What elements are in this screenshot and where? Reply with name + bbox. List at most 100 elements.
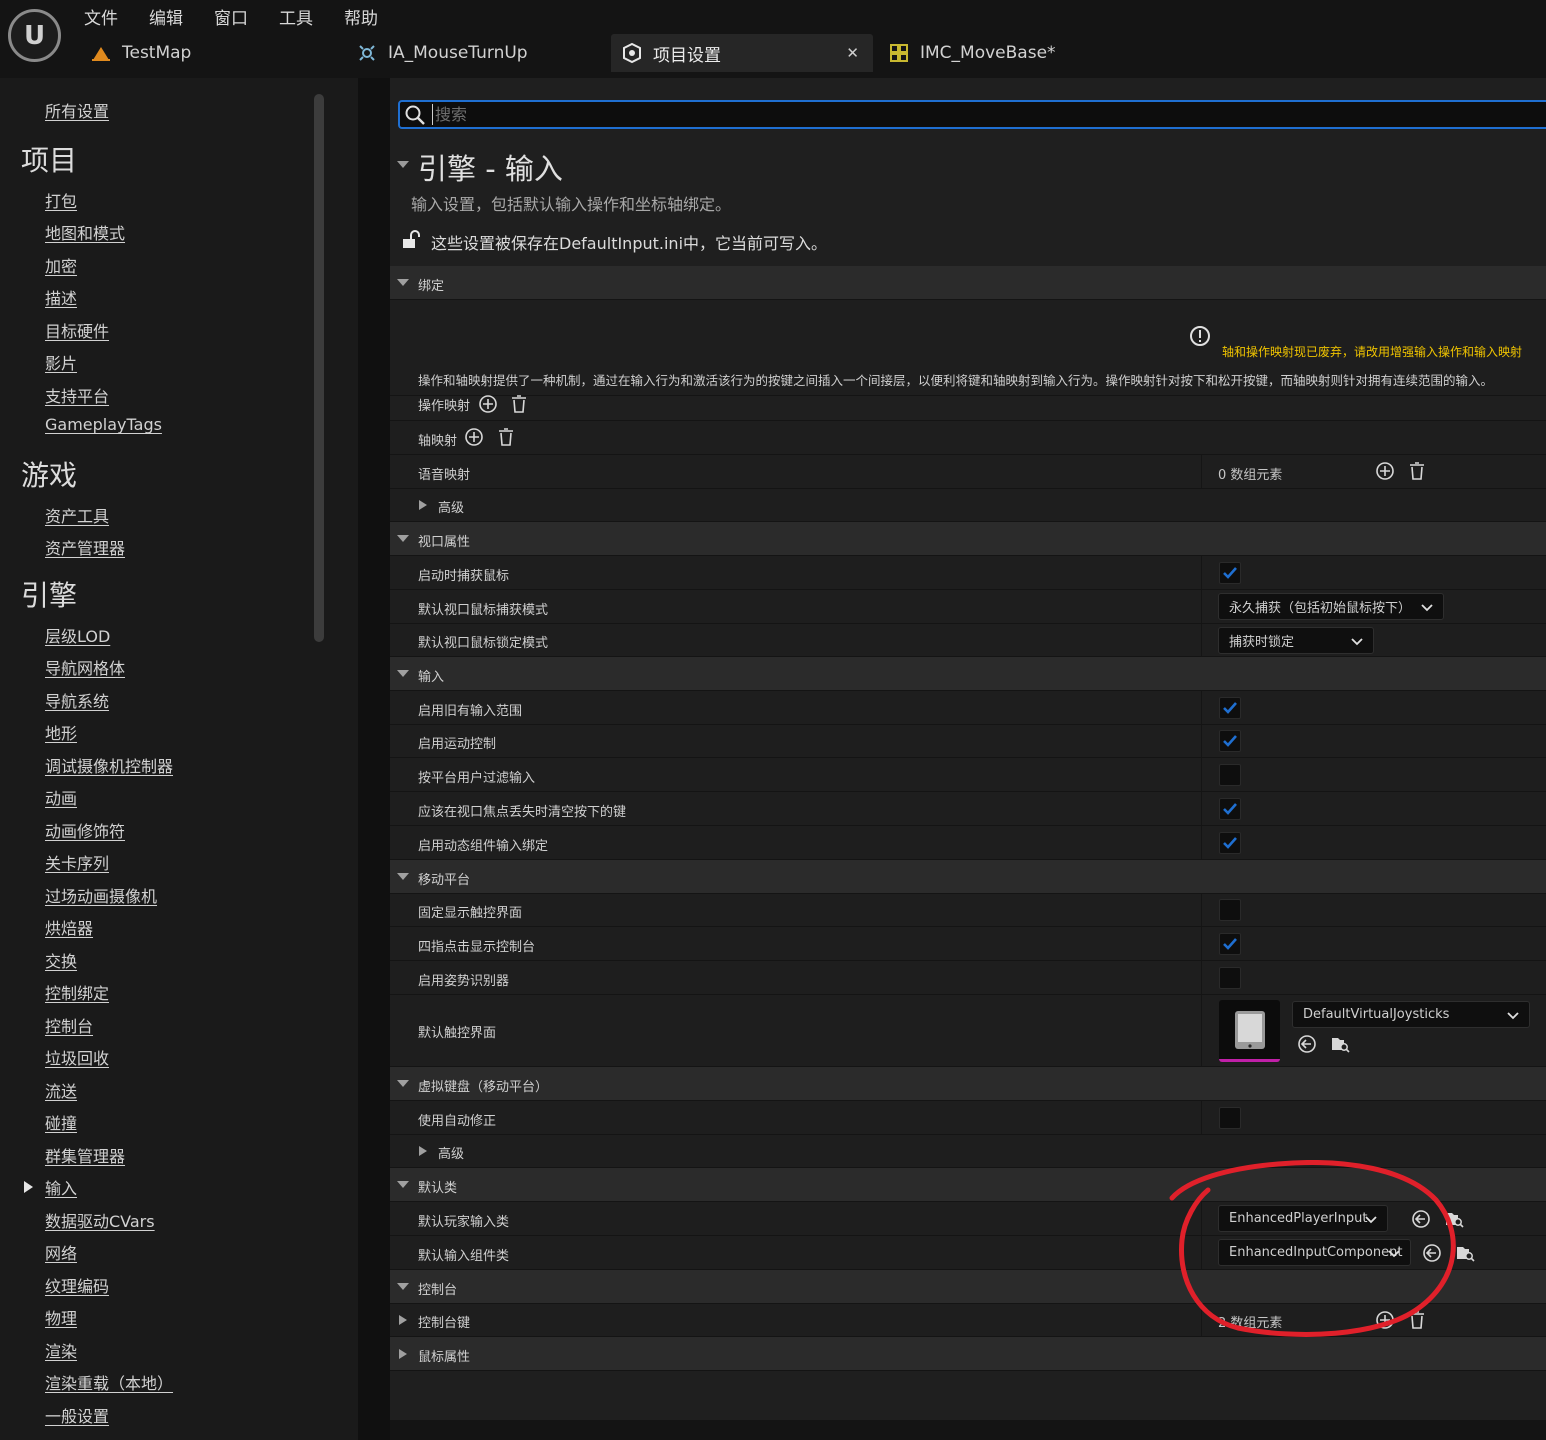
- use-selected-icon[interactable]: [1411, 1209, 1431, 1229]
- nav-item[interactable]: 一般设置: [45, 1403, 109, 1427]
- nav-item[interactable]: 网络: [45, 1240, 77, 1264]
- lock-mode-dropdown[interactable]: 捕获时锁定: [1218, 627, 1374, 654]
- capture-mode-dropdown[interactable]: 永久捕获（包括初始鼠标按下）: [1218, 593, 1444, 620]
- nav-item[interactable]: 打包: [45, 188, 77, 212]
- checkbox-autocorrect[interactable]: [1219, 1107, 1241, 1129]
- collapse-caret-icon[interactable]: [397, 1080, 409, 1087]
- tab-ia-mouseturnup[interactable]: IA_MouseTurnUp: [346, 34, 606, 72]
- trash-icon[interactable]: [1407, 1310, 1427, 1330]
- category-console[interactable]: 控制台: [390, 1270, 1546, 1304]
- category-mobile[interactable]: 移动平台: [390, 860, 1546, 894]
- checkbox-filter-platform-user[interactable]: [1219, 764, 1241, 786]
- category-viewport[interactable]: 视口属性: [390, 522, 1546, 556]
- checkbox-capture-on-start[interactable]: [1219, 562, 1241, 584]
- browse-folder-icon[interactable]: [1444, 1209, 1464, 1229]
- collapse-caret-icon[interactable]: [397, 1181, 409, 1188]
- collapse-caret-icon[interactable]: [397, 535, 409, 542]
- nav-item[interactable]: 垃圾回收: [45, 1045, 109, 1069]
- nav-item[interactable]: 加密: [45, 253, 77, 277]
- category-default-classes[interactable]: 默认类: [390, 1168, 1546, 1202]
- row-advanced-bindings[interactable]: 高级: [390, 489, 1546, 522]
- trash-icon[interactable]: [509, 394, 529, 414]
- nav-item[interactable]: 数据驱动CVars: [45, 1208, 155, 1232]
- browse-folder-icon[interactable]: [1330, 1034, 1350, 1054]
- nav-item[interactable]: 关卡序列: [45, 850, 109, 874]
- collapse-caret-icon[interactable]: [397, 1283, 409, 1290]
- nav-item[interactable]: 控制台: [45, 1013, 93, 1037]
- trash-icon[interactable]: [496, 427, 516, 447]
- nav-item[interactable]: 资产管理器: [45, 535, 125, 559]
- add-icon[interactable]: [1375, 1310, 1395, 1330]
- search-box[interactable]: [398, 100, 1546, 129]
- checkbox-always-show-touch[interactable]: [1219, 899, 1241, 921]
- menu-tools[interactable]: 工具: [279, 4, 313, 29]
- nav-item[interactable]: 目标硬件: [45, 318, 109, 342]
- checkbox-four-finger-console[interactable]: [1219, 933, 1241, 955]
- add-icon[interactable]: [478, 394, 498, 414]
- nav-item[interactable]: 物理: [45, 1305, 77, 1329]
- category-input[interactable]: 输入: [390, 657, 1546, 691]
- menu-window[interactable]: 窗口: [214, 4, 248, 29]
- collapse-caret-icon[interactable]: [397, 670, 409, 677]
- nav-item[interactable]: 描述: [45, 285, 77, 309]
- add-icon[interactable]: [464, 427, 484, 447]
- touch-interface-dropdown[interactable]: DefaultVirtualJoysticks: [1292, 1001, 1530, 1028]
- row-console-keys[interactable]: 控制台键 2 数组元素: [390, 1304, 1546, 1337]
- nav-item[interactable]: 动画: [45, 785, 77, 809]
- nav-scrollbar[interactable]: [314, 94, 324, 642]
- unreal-logo[interactable]: U: [8, 9, 61, 62]
- use-selected-icon[interactable]: [1297, 1034, 1317, 1054]
- nav-item[interactable]: 烘焙器: [45, 915, 93, 939]
- expand-caret-icon[interactable]: [399, 1349, 407, 1359]
- nav-item[interactable]: 流送: [45, 1078, 77, 1102]
- expand-caret-icon[interactable]: [419, 1146, 427, 1156]
- nav-item[interactable]: 过场动画摄像机: [45, 883, 157, 907]
- nav-item[interactable]: 地形: [45, 720, 77, 744]
- checkbox-gesture-recognizer[interactable]: [1219, 967, 1241, 989]
- tab-testmap[interactable]: TestMap: [80, 34, 340, 72]
- nav-item[interactable]: 层级LOD: [45, 623, 110, 647]
- player-input-class-dropdown[interactable]: EnhancedPlayerInput: [1218, 1205, 1388, 1232]
- nav-item[interactable]: 交换: [45, 948, 77, 972]
- tab-imc-movebase[interactable]: IMC_MoveBase*: [878, 34, 1138, 72]
- tab-project-settings[interactable]: 项目设置 ✕: [611, 34, 873, 72]
- collapse-caret-icon[interactable]: [397, 279, 409, 286]
- nav-item[interactable]: 导航网格体: [45, 655, 125, 679]
- asset-thumbnail[interactable]: [1219, 1000, 1280, 1062]
- expand-caret-icon[interactable]: [399, 1315, 407, 1325]
- checkbox-flush-keys[interactable]: [1219, 798, 1241, 820]
- menu-file[interactable]: 文件: [84, 4, 118, 29]
- input-component-class-dropdown[interactable]: EnhancedInputComponent: [1218, 1239, 1411, 1266]
- expand-caret-icon[interactable]: [419, 500, 427, 510]
- nav-item[interactable]: 影片: [45, 350, 77, 374]
- nav-item[interactable]: 支持平台: [45, 383, 109, 407]
- nav-item[interactable]: 地图和模式: [45, 220, 125, 244]
- category-virtual-keyboard[interactable]: 虚拟键盘（移动平台）: [390, 1067, 1546, 1101]
- nav-all-settings[interactable]: 所有设置: [45, 98, 109, 122]
- checkbox-dynamic-binding[interactable]: [1219, 832, 1241, 854]
- nav-item[interactable]: 群集管理器: [45, 1143, 125, 1167]
- checkbox-motion-controls[interactable]: [1219, 730, 1241, 752]
- nav-item[interactable]: 调试摄像机控制器: [45, 753, 173, 777]
- search-input[interactable]: [432, 104, 1432, 125]
- nav-item-input-selected[interactable]: 输入: [45, 1175, 77, 1199]
- category-bindings[interactable]: 绑定: [390, 266, 1546, 300]
- nav-item[interactable]: 导航系统: [45, 688, 109, 712]
- trash-icon[interactable]: [1407, 461, 1427, 481]
- browse-folder-icon[interactable]: [1455, 1243, 1475, 1263]
- nav-item[interactable]: 纹理编码: [45, 1273, 109, 1297]
- menu-edit[interactable]: 编辑: [149, 4, 183, 29]
- nav-item[interactable]: 控制绑定: [45, 980, 109, 1004]
- nav-item[interactable]: 碰撞: [45, 1110, 77, 1134]
- row-advanced-vkeyboard[interactable]: 高级: [390, 1135, 1546, 1168]
- nav-item[interactable]: 渲染重载（本地）: [45, 1370, 173, 1394]
- nav-item[interactable]: 资产工具: [45, 503, 109, 527]
- checkbox-legacy-scope[interactable]: [1219, 697, 1241, 719]
- collapse-caret-icon[interactable]: [397, 873, 409, 880]
- category-mouse[interactable]: 鼠标属性: [390, 1337, 1546, 1371]
- close-icon[interactable]: ✕: [846, 44, 859, 62]
- collapse-caret-icon[interactable]: [397, 161, 409, 168]
- nav-item[interactable]: 动画修饰符: [45, 818, 125, 842]
- use-selected-icon[interactable]: [1422, 1243, 1442, 1263]
- nav-item[interactable]: GameplayTags: [45, 415, 162, 434]
